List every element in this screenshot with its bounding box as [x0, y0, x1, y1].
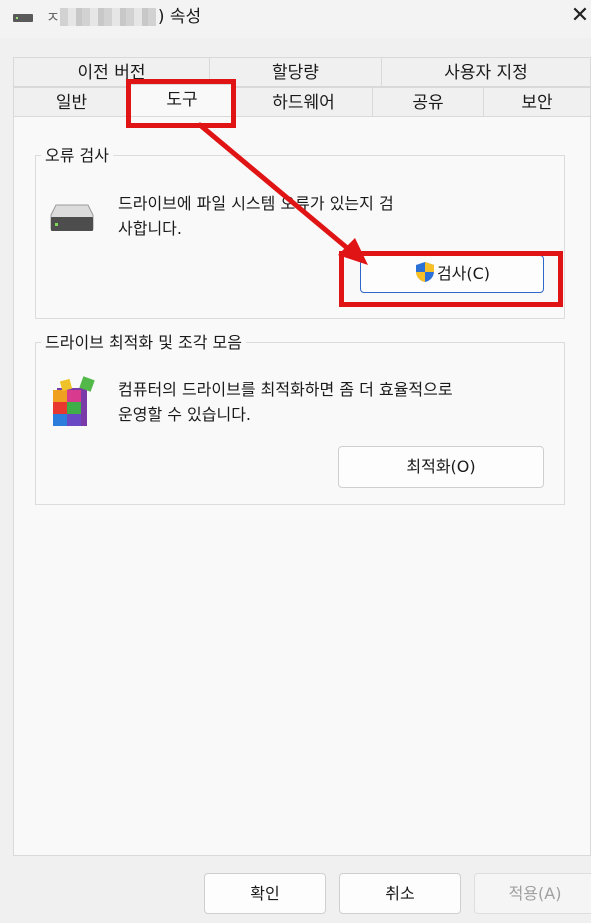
annotation-arrow — [197, 122, 368, 265]
cancel-button[interactable]: 취소 — [339, 873, 461, 914]
ok-button[interactable]: 확인 — [204, 873, 326, 914]
apply-button[interactable]: 적용(A) — [474, 873, 591, 914]
